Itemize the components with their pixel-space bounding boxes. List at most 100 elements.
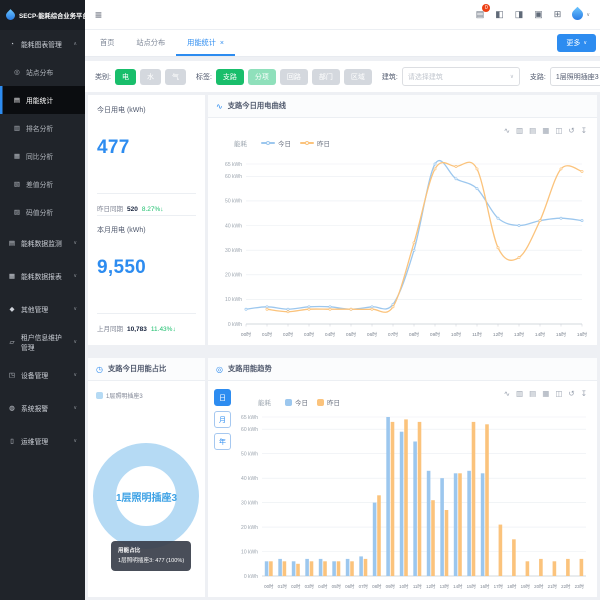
kpi-card: 今日用电 (kWh) 477 昨日同期 520 8.27%↓ 本月用电 (kWh… — [88, 95, 205, 345]
legend-item[interactable]: 今日 — [261, 138, 291, 148]
legend-label: 1层照明插座3 — [106, 391, 143, 400]
user-avatar[interactable]: ∨ — [572, 9, 590, 20]
svg-text:10时: 10时 — [451, 331, 461, 338]
sidebar-group-header[interactable]: ◆其他管理∨ — [0, 292, 85, 325]
line-type-icon[interactable]: ∿ — [504, 389, 510, 398]
svg-text:13时: 13时 — [440, 583, 450, 589]
filter-chip[interactable]: 气 — [165, 69, 186, 85]
svg-text:09时: 09时 — [386, 583, 396, 589]
sidebar-item[interactable]: ▨码值分析 — [0, 198, 85, 226]
fullscreen-icon[interactable]: ⊞ — [554, 9, 562, 20]
svg-text:10 kWh: 10 kWh — [241, 549, 258, 555]
sidebar-item[interactable]: ▥排名分析 — [0, 114, 85, 142]
sidebar-group-header[interactable]: ▯运维管理∨ — [0, 424, 85, 457]
legend-label: 今日 — [295, 397, 308, 407]
copy-doc-icon[interactable]: ▣ — [534, 9, 543, 20]
legend-line-marker — [300, 142, 314, 144]
save-image-icon[interactable]: ↧ — [581, 389, 587, 398]
legend-label: 昨日 — [317, 138, 330, 148]
sidebar-group: ▯运维管理∨ — [0, 424, 85, 457]
chevron-down-icon: ∨ — [73, 438, 77, 444]
bar-type-icon[interactable]: ▥ — [516, 389, 523, 398]
svg-text:40 kWh: 40 kWh — [241, 476, 258, 482]
period-button[interactable]: 月 — [214, 411, 231, 428]
svg-text:60 kWh: 60 kWh — [225, 174, 242, 180]
stack-icon[interactable]: ▤ — [529, 126, 536, 135]
svg-text:05时: 05时 — [346, 331, 356, 338]
svg-text:15时: 15时 — [467, 583, 477, 589]
kpi-month-compare: 上月同期 10,783 11.43%↓ — [97, 313, 196, 335]
chevron-down-icon: ∨ — [73, 306, 77, 312]
chart-toolbox: ∿ ▥ ▤ ▦ ◫ ↺ ↧ — [504, 126, 587, 135]
period-button[interactable]: 年 — [214, 433, 231, 450]
lock-icon[interactable]: ◧ — [495, 9, 504, 20]
tiled-icon[interactable]: ◫ — [555, 389, 562, 398]
restore-icon[interactable]: ↺ — [568, 126, 574, 135]
filter-chip[interactable]: 回路 — [280, 69, 308, 85]
sidebar-item-label: 码值分析 — [26, 207, 53, 217]
compare-label: 昨日同期 — [97, 203, 123, 213]
sidebar-group: ▦能耗数据报表∨ — [0, 259, 85, 292]
legend-square-marker — [317, 399, 324, 406]
sidebar-item[interactable]: ▧差值分析 — [0, 170, 85, 198]
tag-chips: 支路分项回路部门区域 — [216, 69, 372, 85]
legend-item[interactable]: 今日 — [285, 397, 308, 407]
chevron-down-icon: ∨ — [73, 240, 77, 246]
line-type-icon[interactable]: ∿ — [504, 126, 510, 135]
hamburger-icon[interactable]: ≡ — [95, 8, 102, 22]
period-button-group: 日月年 — [214, 389, 231, 450]
building-select[interactable]: 请选择建筑 ∨ — [402, 67, 520, 86]
svg-text:22时: 22时 — [561, 583, 571, 589]
branch-label: 支路: — [530, 72, 546, 82]
stack-icon[interactable]: ▤ — [529, 389, 536, 398]
data-view-icon[interactable]: ▦ — [542, 389, 549, 398]
compare-delta: 11.43%↓ — [151, 326, 176, 333]
sidebar-group-label: 系统报警 — [21, 403, 48, 413]
tab-close-icon[interactable]: × — [220, 40, 224, 47]
sidebar-item[interactable]: ▤用能统计 — [0, 86, 85, 114]
filter-chip[interactable]: 部门 — [312, 69, 340, 85]
sidebar-item[interactable]: ◎站点分布 — [0, 58, 85, 86]
sidebar-group-header[interactable]: ◳设备管理∨ — [0, 358, 85, 391]
filter-chip[interactable]: 支路 — [216, 69, 244, 85]
svg-text:02时: 02时 — [283, 331, 293, 338]
restore-icon[interactable]: ↺ — [568, 389, 574, 398]
sidebar-group-header[interactable]: ▦能耗数据报表∨ — [0, 259, 85, 292]
filter-bar: 类别: 电水气 标签: 支路分项回路部门区域 建筑: 请选择建筑 ∨ 支路: 1… — [85, 61, 600, 92]
tab-用能统计[interactable]: 用能统计× — [176, 30, 235, 56]
svg-text:11时: 11时 — [413, 583, 423, 589]
panel-header: ∿ 支路今日用电曲线 — [208, 95, 597, 118]
tab-首页[interactable]: 首页 — [89, 30, 125, 56]
sidebar-group-label: 能耗图表管理 — [21, 39, 62, 49]
tiled-icon[interactable]: ◫ — [555, 126, 562, 135]
period-button[interactable]: 日 — [214, 389, 231, 406]
sidebar-group: ◔能耗图表管理∧◎站点分布▤用能统计▥排名分析▦同比分析▧差值分析▨码值分析 — [0, 30, 85, 226]
more-button[interactable]: 更多 ∨ — [557, 34, 596, 52]
tab-站点分布[interactable]: 站点分布 — [125, 30, 176, 56]
alarm-icon: ◍ — [8, 404, 16, 412]
filter-chip[interactable]: 水 — [140, 69, 161, 85]
branch-select[interactable]: 1层照明插座3 ∨ — [550, 67, 600, 86]
sidebar-group-header[interactable]: ◔能耗图表管理∧ — [0, 30, 85, 58]
sidebar-group-header[interactable]: ▱租户信息维护管理∨ — [0, 325, 85, 358]
message-icon[interactable]: ▤0 — [476, 9, 485, 20]
sidebar-group: ◆其他管理∨ — [0, 292, 85, 325]
sidebar-group-header[interactable]: ▤能耗数据监测∨ — [0, 226, 85, 259]
legend-item[interactable]: 昨日 — [300, 138, 330, 148]
svg-text:20 kWh: 20 kWh — [225, 273, 242, 279]
bar-type-icon[interactable]: ▥ — [516, 126, 523, 135]
legend-label: 今日 — [278, 138, 291, 148]
filter-chip[interactable]: 分项 — [248, 69, 276, 85]
data-view-icon[interactable]: ▦ — [542, 126, 549, 135]
donut-chart-panel: ◷ 支路今日用能占比 1层照明插座3 1层照明插座3 用能占比 1层照明插座3:… — [88, 358, 205, 597]
filter-chip[interactable]: 区域 — [344, 69, 372, 85]
save-image-icon[interactable]: ↧ — [581, 126, 587, 135]
svg-text:14时: 14时 — [535, 331, 545, 338]
tooltip-value: 1层照明插座3: 477 (100%) — [118, 556, 184, 566]
sidebar-group-header[interactable]: ◍系统报警∨ — [0, 391, 85, 424]
legend-item[interactable]: 1层照明插座3 — [96, 391, 143, 400]
filter-chip[interactable]: 电 — [115, 69, 136, 85]
sidebar-item[interactable]: ▦同比分析 — [0, 142, 85, 170]
theme-icon[interactable]: ◨ — [515, 9, 524, 20]
legend-item[interactable]: 昨日 — [317, 397, 340, 407]
